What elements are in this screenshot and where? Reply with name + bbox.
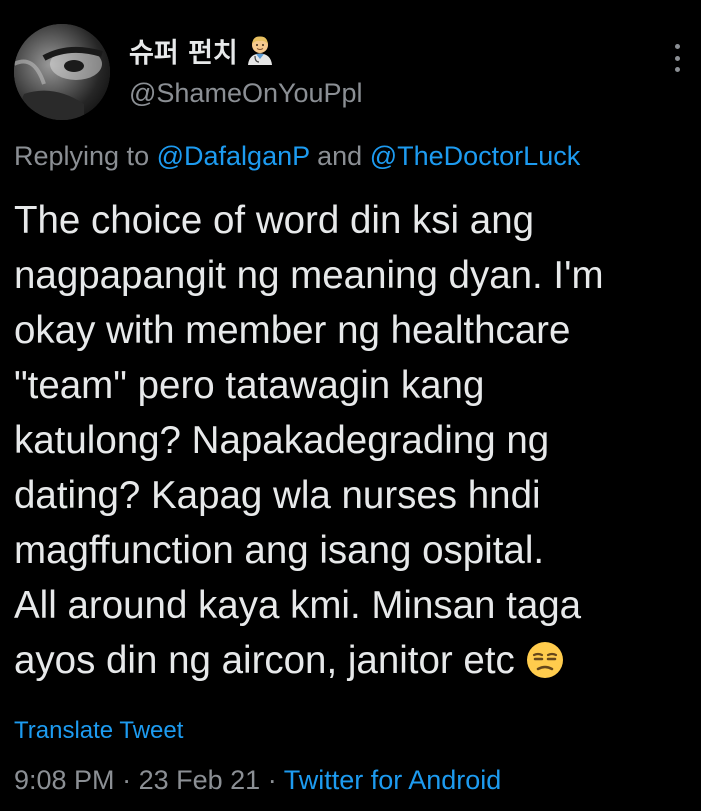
- replying-conjunction: and: [317, 141, 363, 171]
- avatar-image: [14, 24, 110, 120]
- tweet-time[interactable]: 9:08 PM: [14, 765, 115, 795]
- translate-tweet-link[interactable]: Translate Tweet: [14, 717, 183, 745]
- reply-mention-1[interactable]: @DafalganP: [157, 141, 310, 171]
- meta-separator: ·: [122, 765, 132, 795]
- user-handle[interactable]: @ShameOnYouPpl: [129, 78, 363, 109]
- tweet-body: The choice of word din ksi ang nagpapang…: [14, 193, 694, 688]
- tweet-body-line: dating? Kapag wla nurses hndi: [14, 474, 541, 517]
- tweet-body-line: All around kaya kmi. Minsan taga: [14, 584, 582, 627]
- reply-mention-2[interactable]: @TheDoctorLuck: [370, 141, 581, 171]
- display-name[interactable]: 슈퍼 펀치: [129, 31, 238, 70]
- meta-separator: ·: [267, 765, 277, 795]
- tweet-detail: 슈퍼 펀치 @ShameOnYouPpl Replying to @Dafalg…: [0, 0, 701, 811]
- tweet-body-line: "team" pero tatawagin kang: [14, 364, 485, 407]
- tweet-author: 슈퍼 펀치 @ShameOnYouPpl: [129, 32, 363, 109]
- tweet-body-line: okay with member ng healthcare: [14, 309, 571, 352]
- tweet-body-last-line: ayos din ng aircon, janitor etc: [14, 633, 694, 688]
- replying-prefix: Replying to: [14, 141, 150, 171]
- man-health-worker-emoji: [247, 36, 272, 65]
- display-name-row[interactable]: 슈퍼 펀치: [129, 31, 363, 70]
- tweet-body-line: ayos din ng aircon, janitor etc: [14, 639, 515, 682]
- tweet-meta: 9:08 PM · 23 Feb 21 · Twitter for Androi…: [14, 765, 501, 796]
- tweet-source-link[interactable]: Twitter for Android: [284, 765, 502, 795]
- more-vertical-icon[interactable]: [665, 40, 689, 76]
- tweet-body-line: magffunction ang isang ospital.: [14, 529, 545, 572]
- tweet-body-line: nagpapangit ng meaning dyan. I'm: [14, 254, 604, 297]
- replying-to: Replying to @DafalganP and @TheDoctorLuc…: [14, 141, 580, 172]
- avatar[interactable]: [14, 24, 110, 120]
- tweet-body-line: katulong? Napakadegrading ng: [14, 419, 550, 462]
- unamused-face-emoji: [526, 642, 563, 678]
- tweet-date[interactable]: 23 Feb 21: [139, 765, 261, 795]
- tweet-body-line: The choice of word din ksi ang: [14, 199, 535, 242]
